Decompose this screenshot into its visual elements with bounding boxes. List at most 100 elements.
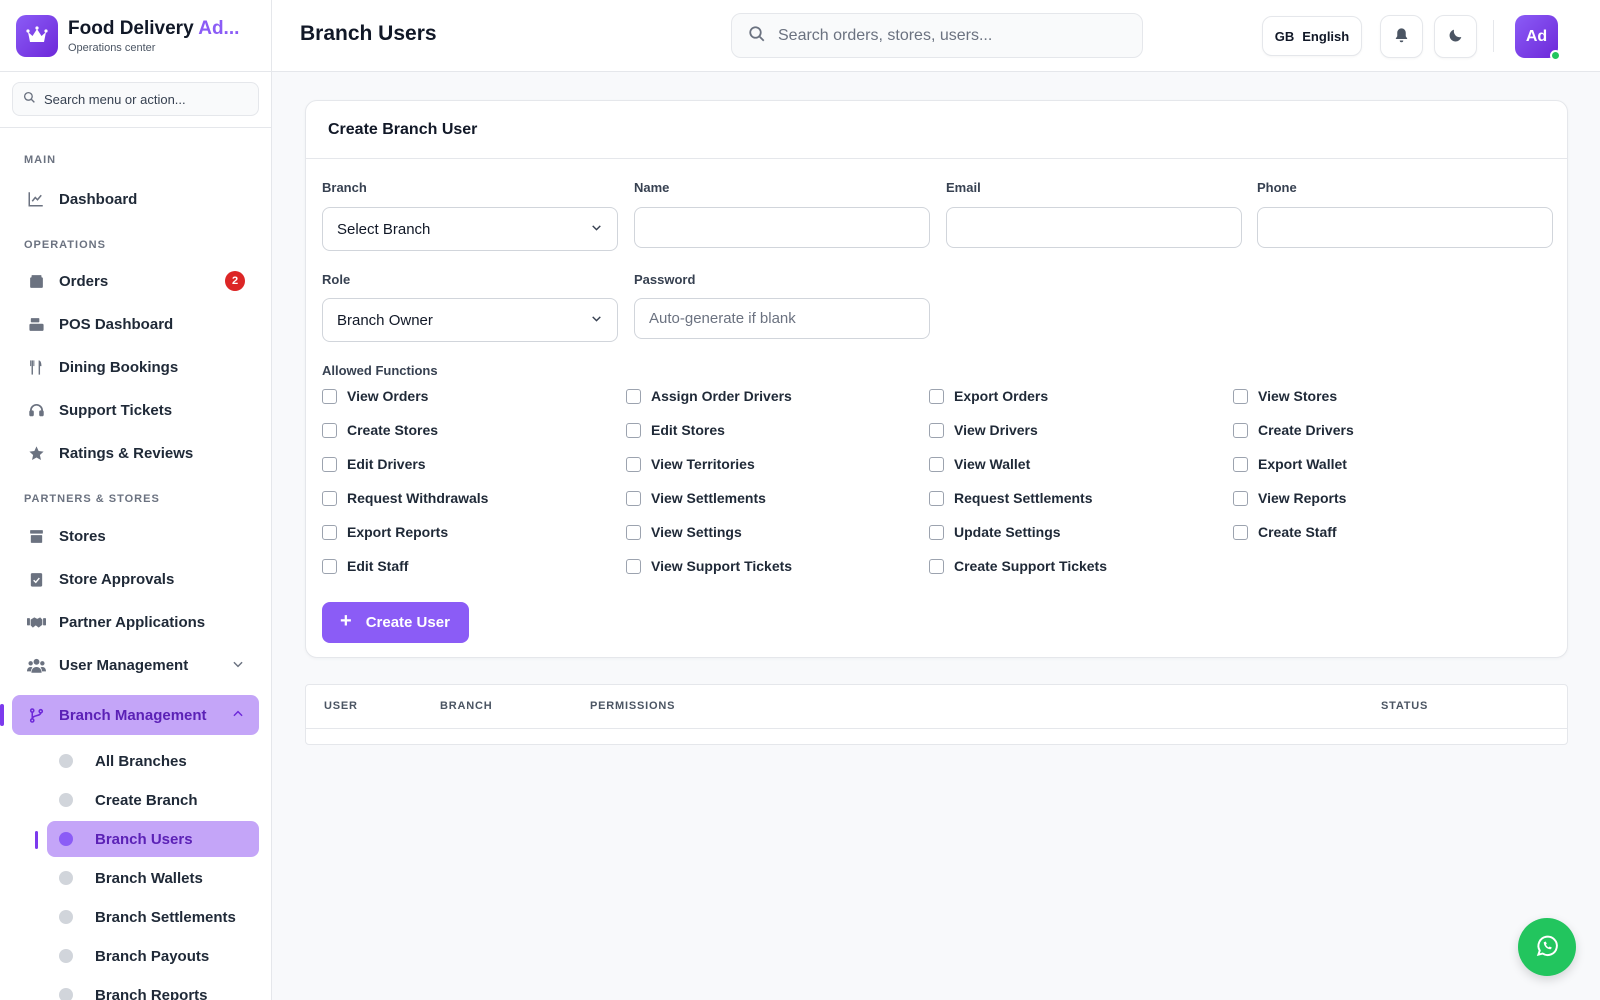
function-checkbox-item[interactable]: View Drivers bbox=[929, 422, 1038, 438]
function-checkbox-item[interactable]: Edit Staff bbox=[322, 558, 408, 574]
sidebar-subitem-branch-payouts[interactable]: Branch Payouts bbox=[47, 938, 259, 974]
function-checkbox-item[interactable]: View Support Tickets bbox=[626, 558, 792, 574]
checkbox[interactable] bbox=[929, 456, 944, 472]
column-header-permissions[interactable]: PERMISSIONS bbox=[590, 700, 675, 712]
function-checkbox-item[interactable]: View Stores bbox=[1233, 388, 1337, 404]
sidebar-item-dashboard[interactable]: Dashboard bbox=[12, 179, 259, 219]
sidebar: Food Delivery Ad... Operations center Se… bbox=[0, 0, 272, 1000]
checkbox[interactable] bbox=[1233, 490, 1248, 506]
sidebar-subitem-all-branches[interactable]: All Branches bbox=[47, 743, 259, 779]
checkbox[interactable] bbox=[626, 524, 641, 540]
phone-field[interactable] bbox=[1257, 207, 1553, 248]
allowed-functions-label: Allowed Functions bbox=[322, 363, 438, 378]
function-checkbox-item[interactable]: Export Orders bbox=[929, 388, 1048, 404]
create-user-button[interactable]: + Create User bbox=[322, 602, 469, 643]
checkbox[interactable] bbox=[322, 524, 337, 540]
sidebar-item-support-tickets[interactable]: Support Tickets bbox=[12, 390, 259, 430]
function-checkbox-item[interactable]: View Wallet bbox=[929, 456, 1030, 472]
handshake-icon bbox=[26, 612, 46, 632]
checkbox[interactable] bbox=[322, 490, 337, 506]
checkbox[interactable] bbox=[322, 456, 337, 472]
function-checkbox-item[interactable]: Assign Order Drivers bbox=[626, 388, 792, 404]
sidebar-item-branch-management[interactable]: Branch Management bbox=[12, 695, 259, 735]
email-label: Email bbox=[946, 180, 981, 195]
branch-select-value: Select Branch bbox=[337, 220, 431, 238]
function-checkbox-item[interactable]: Edit Stores bbox=[626, 422, 725, 438]
checkbox[interactable] bbox=[929, 422, 944, 438]
sidebar-subitem-create-branch[interactable]: Create Branch bbox=[47, 782, 259, 818]
theme-toggle-button[interactable] bbox=[1434, 15, 1477, 58]
email-field[interactable] bbox=[946, 207, 1242, 248]
column-header-status[interactable]: STATUS bbox=[1381, 700, 1428, 712]
function-checkbox-item[interactable]: Request Settlements bbox=[929, 490, 1092, 506]
function-checkbox-item[interactable]: Export Reports bbox=[322, 524, 448, 540]
table-header-row: USER BRANCH PERMISSIONS STATUS bbox=[306, 685, 1567, 729]
checkbox[interactable] bbox=[626, 422, 641, 438]
checkbox[interactable] bbox=[626, 456, 641, 472]
sidebar-item-ratings-reviews[interactable]: Ratings & Reviews bbox=[12, 433, 259, 473]
function-checkbox-item[interactable]: Request Withdrawals bbox=[322, 490, 488, 506]
bullet-dot bbox=[59, 832, 73, 846]
password-field[interactable]: Auto-generate if blank bbox=[634, 298, 930, 339]
checkbox[interactable] bbox=[322, 388, 337, 404]
checkbox[interactable] bbox=[322, 558, 337, 574]
sidebar-subitem-branch-settlements[interactable]: Branch Settlements bbox=[47, 899, 259, 935]
brand[interactable]: Food Delivery Ad... Operations center bbox=[0, 0, 271, 72]
sidebar-subitem-branch-reports[interactable]: Branch Reports bbox=[47, 977, 259, 1000]
function-checkbox-label: View Reports bbox=[1258, 490, 1347, 506]
sidebar-item-partner-applications[interactable]: Partner Applications bbox=[12, 602, 259, 642]
function-checkbox-label: Create Stores bbox=[347, 422, 439, 438]
bullet-dot bbox=[59, 793, 73, 807]
checkbox[interactable] bbox=[626, 558, 641, 574]
user-avatar[interactable]: Ad bbox=[1515, 15, 1561, 61]
name-field[interactable] bbox=[634, 207, 930, 248]
sidebar-item-pos-dashboard[interactable]: POS Dashboard bbox=[12, 304, 259, 344]
create-branch-user-card: Create Branch User Branch Select Branch … bbox=[305, 100, 1568, 658]
sidebar-item-label: Store Approvals bbox=[59, 570, 175, 588]
sidebar-item-stores[interactable]: Stores bbox=[12, 516, 259, 556]
sidebar-item-orders[interactable]: Orders 2 bbox=[12, 261, 259, 301]
sidebar-subitem-branch-wallets[interactable]: Branch Wallets bbox=[47, 860, 259, 896]
function-checkbox-item[interactable]: View Reports bbox=[1233, 490, 1346, 506]
function-checkbox-item[interactable]: Create Stores bbox=[322, 422, 438, 438]
checkbox[interactable] bbox=[1233, 524, 1248, 540]
checkbox[interactable] bbox=[1233, 422, 1248, 438]
checkbox[interactable] bbox=[322, 422, 337, 438]
checkbox[interactable] bbox=[626, 388, 641, 404]
page-title: Branch Users bbox=[300, 22, 437, 45]
checkbox[interactable] bbox=[626, 490, 641, 506]
notifications-button[interactable] bbox=[1380, 15, 1423, 58]
global-search-input[interactable]: Search orders, stores, users... bbox=[731, 13, 1143, 58]
function-checkbox-item[interactable]: Create Drivers bbox=[1233, 422, 1354, 438]
language-selector[interactable]: GB English bbox=[1262, 16, 1362, 56]
checkbox[interactable] bbox=[1233, 456, 1248, 472]
function-checkbox-item[interactable]: Export Wallet bbox=[1233, 456, 1347, 472]
card-title: Create Branch User bbox=[328, 120, 478, 138]
role-select[interactable]: Branch Owner bbox=[322, 298, 618, 342]
name-label: Name bbox=[634, 180, 670, 195]
sidebar-item-store-approvals[interactable]: Store Approvals bbox=[12, 559, 259, 599]
function-checkbox-item[interactable]: Edit Drivers bbox=[322, 456, 426, 472]
function-checkbox-item[interactable]: View Territories bbox=[626, 456, 755, 472]
function-checkbox-item[interactable]: Create Staff bbox=[1233, 524, 1337, 540]
sidebar-search-input[interactable]: Search menu or action... bbox=[12, 82, 259, 116]
sidebar-item-dining-bookings[interactable]: Dining Bookings bbox=[12, 347, 259, 387]
function-checkbox-item[interactable]: Create Support Tickets bbox=[929, 558, 1107, 574]
sidebar-item-user-management[interactable]: User Management bbox=[12, 645, 259, 685]
checkbox[interactable] bbox=[929, 490, 944, 506]
function-checkbox-item[interactable]: View Settings bbox=[626, 524, 742, 540]
function-checkbox-item[interactable]: View Orders bbox=[322, 388, 428, 404]
function-checkbox-item[interactable]: View Settlements bbox=[626, 490, 766, 506]
checkbox[interactable] bbox=[929, 524, 944, 540]
column-header-user[interactable]: USER bbox=[324, 700, 358, 712]
whatsapp-chat-button[interactable] bbox=[1518, 918, 1576, 976]
sidebar-subitem-branch-users[interactable]: Branch Users bbox=[35, 821, 259, 857]
function-checkbox-label: Edit Stores bbox=[651, 422, 725, 438]
branch-select[interactable]: Select Branch bbox=[322, 207, 618, 251]
checkbox[interactable] bbox=[929, 388, 944, 404]
checkbox[interactable] bbox=[1233, 388, 1248, 404]
sidebar-item-label: Ratings & Reviews bbox=[59, 444, 194, 462]
column-header-branch[interactable]: BRANCH bbox=[440, 700, 492, 712]
checkbox[interactable] bbox=[929, 558, 944, 574]
function-checkbox-item[interactable]: Update Settings bbox=[929, 524, 1061, 540]
